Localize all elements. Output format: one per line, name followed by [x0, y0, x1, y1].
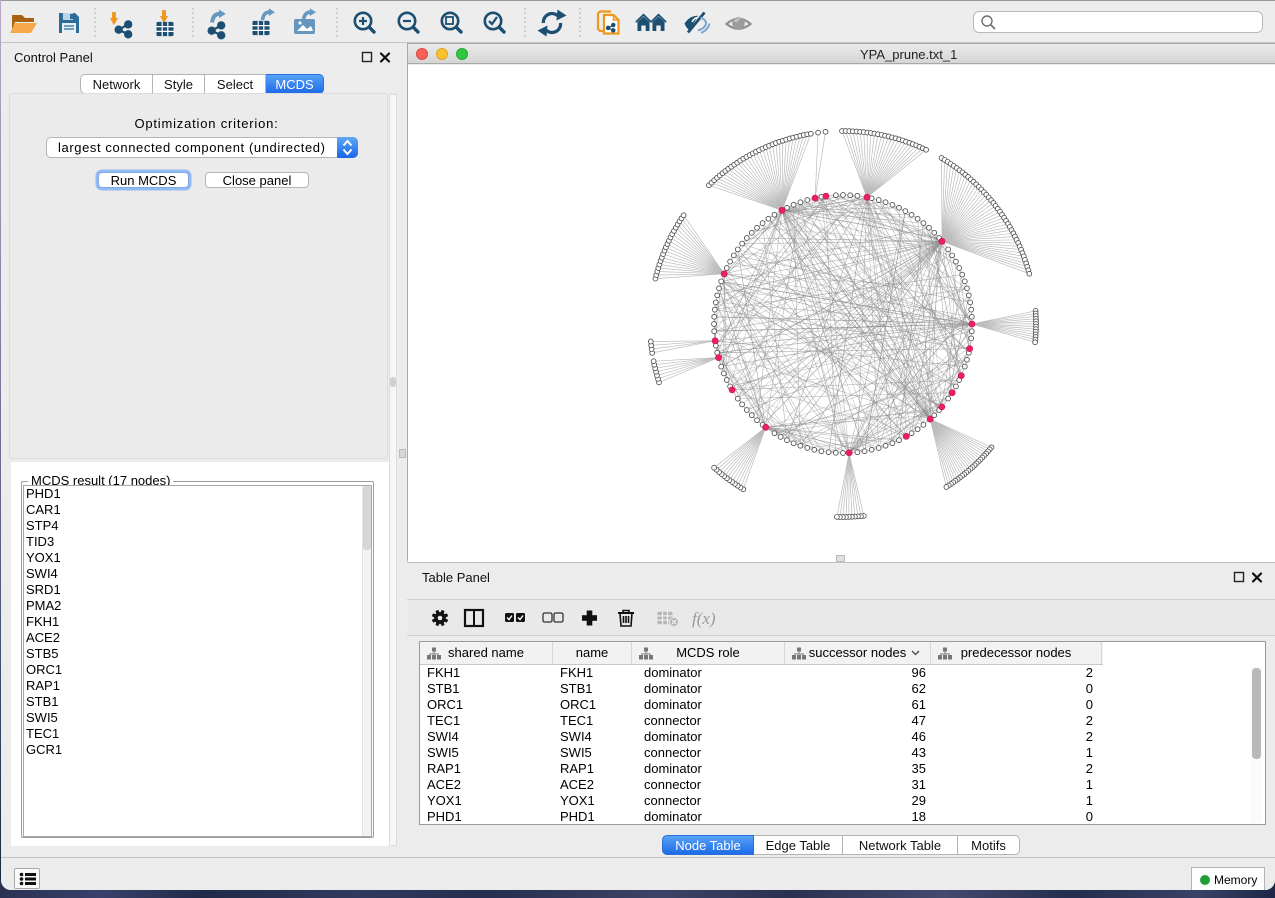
svg-text:f(x): f(x)	[692, 609, 716, 628]
